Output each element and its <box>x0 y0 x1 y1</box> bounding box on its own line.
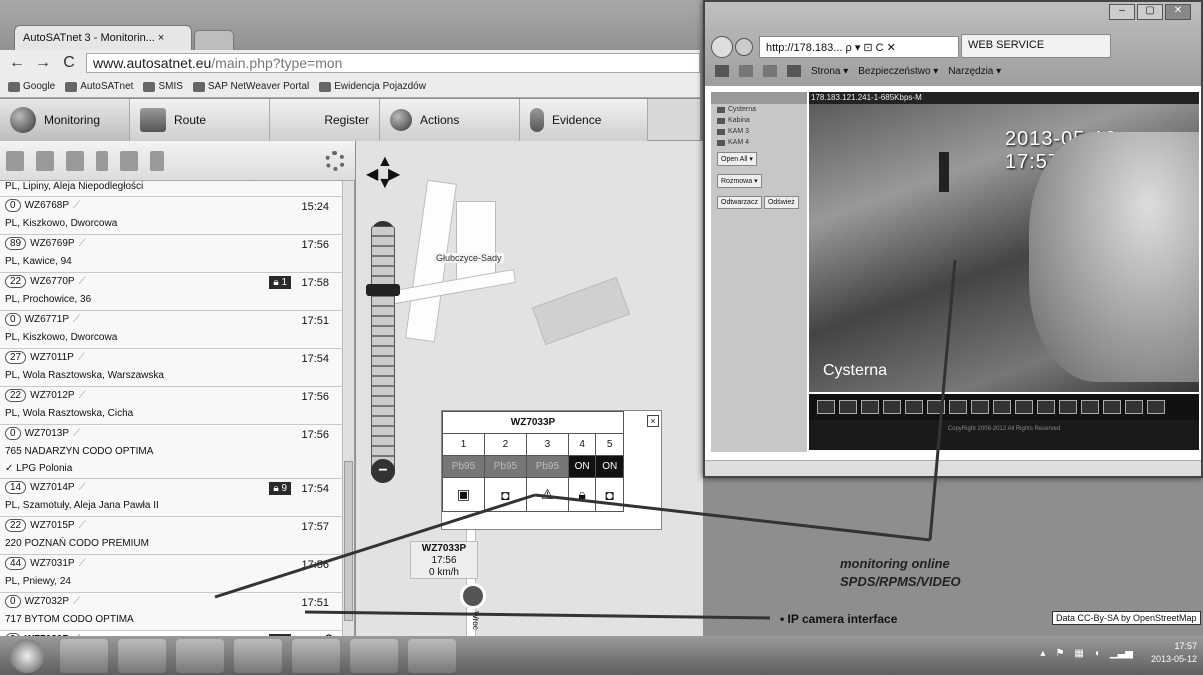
bullet: • <box>780 612 788 626</box>
annotation-line1: monitoring online <box>840 556 950 571</box>
volume-tray-icon[interactable]: ◖ <box>1094 648 1100 659</box>
clock-date: 2013-05-12 <box>1150 654 1197 664</box>
clock-time: 17:57 <box>1174 641 1197 651</box>
browser-taskbar-icon[interactable] <box>292 638 340 673</box>
network-tray-icon[interactable]: ▦ <box>1074 648 1083 659</box>
annotation-lines <box>214 259 957 620</box>
ie-taskbar-icon[interactable] <box>176 638 224 673</box>
network-taskbar-icon[interactable] <box>234 638 282 673</box>
outlook-taskbar-icon[interactable] <box>350 638 398 673</box>
flag-tray-icon[interactable]: ⚑ <box>1055 648 1064 659</box>
system-tray: ▴ ⚑ ▦ ◖ ▁▃▅ <box>1040 648 1133 659</box>
chrome-taskbar-icon[interactable] <box>60 638 108 673</box>
signal-tray-icon[interactable]: ▁▃▅ <box>1110 648 1133 659</box>
map-attribution[interactable]: Data CC-By-SA by OpenStreetMap <box>1052 611 1201 625</box>
app-taskbar-icon[interactable] <box>408 638 456 673</box>
annotation-monitoring: monitoring online SPDS/RPMS/VIDEO <box>840 555 961 591</box>
annotation-ip-camera-label: IP camera interface <box>787 612 898 626</box>
clock[interactable]: 17:57 2013-05-12 <box>1151 640 1197 666</box>
taskbar: ▴ ⚑ ▦ ◖ ▁▃▅ 17:57 2013-05-12 <box>0 636 1203 675</box>
explorer-taskbar-icon[interactable] <box>118 638 166 673</box>
annotation-line2: SPDS/RPMS/VIDEO <box>840 574 961 589</box>
start-button[interactable] <box>10 638 44 673</box>
annotation-ip-camera: • IP camera interface <box>780 612 897 626</box>
tray-arrow-icon[interactable]: ▴ <box>1040 648 1045 659</box>
